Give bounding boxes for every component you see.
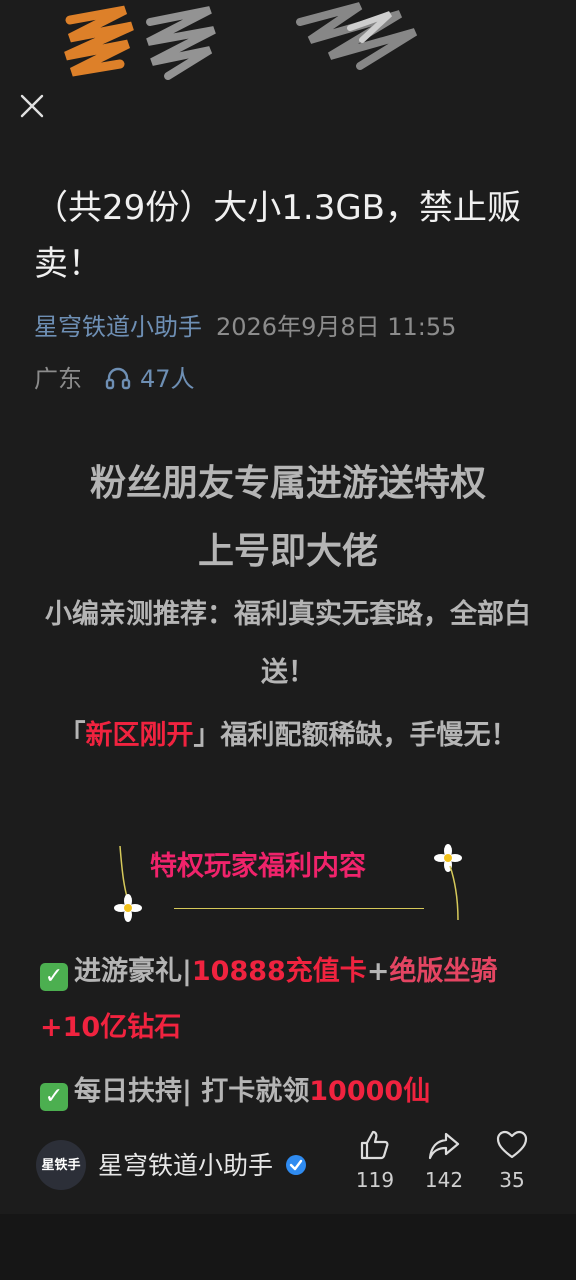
close-icon <box>20 94 44 118</box>
recommend-text: 小编亲测推荐：福利真实无套路，全部白送！ <box>45 599 531 688</box>
like-button[interactable]: 119 <box>345 1128 405 1192</box>
benefit-list: ✓ 进游豪礼|10888充值卡+绝版坐骑+10亿钻石 ✓ 每日扶持| 打卡就领100… <box>40 944 540 1120</box>
item1-mount: 绝版坐骑 <box>389 956 498 987</box>
system-nav-strip <box>0 1214 576 1280</box>
share-count: 142 <box>424 1168 464 1192</box>
author-action-bar: 星铁手 星穹铁道小助手 119 142 35 <box>0 1118 576 1214</box>
item1-highlight: 10888充值卡 <box>191 956 367 987</box>
heart-icon <box>496 1130 528 1159</box>
bracket-rest: 」福利配额稀缺，手慢无！ <box>193 720 518 751</box>
article-title: （共29份）大小1.3GB，禁止贩卖！ <box>34 188 522 284</box>
like-count: 119 <box>355 1168 395 1192</box>
item2-highlight: 10000仙 <box>309 1076 431 1107</box>
item2-label: 每日扶持| 打卡就领 <box>74 1076 310 1107</box>
author-name-text: 星穹铁道小助手 <box>98 1151 274 1180</box>
share-icon <box>428 1132 460 1160</box>
item1-label: 进游豪礼| <box>74 956 192 987</box>
bracket-open: 「 <box>58 720 86 751</box>
item1-diamonds: +10亿钻石 <box>40 1012 182 1043</box>
publish-date: 2026年9月8日 11:55 <box>216 313 457 341</box>
favorite-button[interactable]: 35 <box>482 1128 542 1192</box>
list-item: ✓ 进游豪礼|10888充值卡+绝版坐骑 +10亿钻石 <box>40 944 540 1056</box>
article-meta: 星穹铁道小助手 2026年9月8日 11:55 <box>34 310 456 344</box>
close-button[interactable] <box>14 88 50 124</box>
headline-line-1: 粉丝朋友专属进游送特权 <box>89 463 486 504</box>
verified-icon <box>285 1155 306 1175</box>
avatar[interactable]: 星铁手 <box>36 1140 86 1190</box>
author-name[interactable]: 星穹铁道小助手 <box>98 1146 307 1182</box>
list-item: ✓ 每日扶持| 打卡就领10000仙 <box>40 1064 540 1120</box>
region-label: 广东 <box>34 365 82 393</box>
headline-line-2: 上号即大佬 <box>197 531 378 572</box>
article-body: 粉丝朋友专属进游送特权 上号即大佬 小编亲测推荐：福利真实无套路，全部白送！ 「… <box>30 450 546 766</box>
listener-count: 47人 <box>140 365 195 393</box>
daisy-right-icon <box>434 844 462 921</box>
share-button[interactable]: 142 <box>414 1128 474 1192</box>
section-divider <box>174 908 424 909</box>
header-scribble-art <box>64 2 418 80</box>
article-page: （共29份）大小1.3GB，禁止贩卖！ 星穹铁道小助手 2026年9月8日 11:… <box>0 0 576 1280</box>
new-zone-highlight: 新区刚开 <box>85 720 194 751</box>
section-title: 特权玩家福利内容 <box>150 851 366 882</box>
headphones-icon <box>104 364 134 394</box>
thumbs-up-icon <box>360 1130 389 1160</box>
section-header: 特权玩家福利内容 <box>0 838 576 928</box>
new-zone-paragraph: 「新区刚开」福利配额稀缺，手慢无！ <box>30 706 546 766</box>
daisy-left-icon <box>114 846 142 922</box>
author-link[interactable]: 星穹铁道小助手 <box>34 313 202 341</box>
checkmark-icon: ✓ <box>40 1083 68 1111</box>
item1-plus: + <box>366 956 390 987</box>
checkmark-icon: ✓ <box>40 963 68 991</box>
article-meta-secondary: 广东 47人 <box>34 362 195 396</box>
favorite-count: 35 <box>499 1168 525 1192</box>
